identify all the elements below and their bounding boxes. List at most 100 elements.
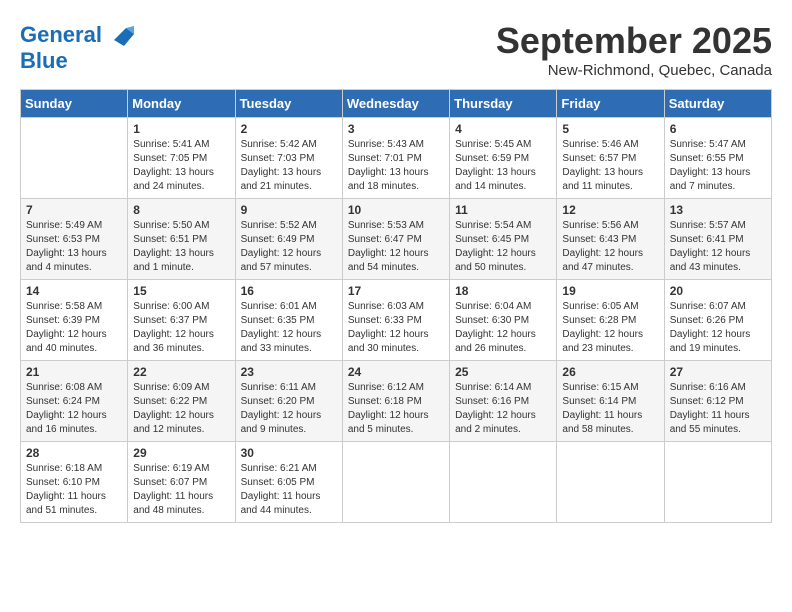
- logo: General Blue: [20, 20, 136, 72]
- calendar-cell: 10Sunrise: 5:53 AM Sunset: 6:47 PM Dayli…: [342, 199, 449, 280]
- logo-text-general: General: [20, 22, 102, 47]
- day-number: 21: [26, 365, 122, 379]
- cell-info: Sunrise: 5:41 AM Sunset: 7:05 PM Dayligh…: [133, 138, 229, 194]
- day-number: 29: [133, 446, 229, 460]
- day-header-thursday: Thursday: [450, 90, 557, 118]
- calendar-cell: 5Sunrise: 5:46 AM Sunset: 6:57 PM Daylig…: [557, 118, 664, 199]
- cell-info: Sunrise: 5:46 AM Sunset: 6:57 PM Dayligh…: [562, 138, 658, 194]
- calendar-cell: 1 Sunrise: 5:41 AM Sunset: 7:05 PM Daylig…: [128, 118, 235, 199]
- day-number: 7: [26, 203, 122, 217]
- calendar-cell: 21 Sunrise: 6:08 AM Sunset: 6:24 PM Dayli…: [21, 361, 128, 442]
- cell-info: Sunrise: 6:11 AM Sunset: 6:20 PM Dayligh…: [241, 381, 337, 437]
- cell-info: Sunrise: 6:18 AM Sunset: 6:10 PM Dayligh…: [26, 462, 122, 518]
- calendar-table: SundayMondayTuesdayWednesdayThursdayFrid…: [20, 89, 772, 523]
- day-number: 19: [562, 284, 658, 298]
- cell-info: Sunrise: 5:54 AM Sunset: 6:45 PM Dayligh…: [455, 219, 551, 275]
- calendar-cell: 29 Sunrise: 6:19 AM Sunset: 6:07 PM Dayli…: [128, 442, 235, 523]
- day-header-monday: Monday: [128, 90, 235, 118]
- day-number: 26: [562, 365, 658, 379]
- location-text: New-Richmond, Quebec, Canada: [496, 62, 772, 79]
- day-number: 18: [455, 284, 551, 298]
- calendar-cell: 28 Sunrise: 6:18 AM Sunset: 6:10 PM Dayli…: [21, 442, 128, 523]
- calendar-cell: 16 Sunrise: 6:01 AM Sunset: 6:35 PM Dayli…: [235, 280, 342, 361]
- calendar-cell: 30Sunrise: 6:21 AM Sunset: 6:05 PM Dayli…: [235, 442, 342, 523]
- day-number: 8: [133, 203, 229, 217]
- calendar-cell: 4 Sunrise: 5:45 AM Sunset: 6:59 PM Daylig…: [450, 118, 557, 199]
- calendar-cell: 13 Sunrise: 5:57 AM Sunset: 6:41 PM Dayli…: [664, 199, 771, 280]
- calendar-cell: 22 Sunrise: 6:09 AM Sunset: 6:22 PM Dayli…: [128, 361, 235, 442]
- calendar-cell: 20Sunrise: 6:07 AM Sunset: 6:26 PM Dayli…: [664, 280, 771, 361]
- cell-info: Sunrise: 6:07 AM Sunset: 6:26 PM Dayligh…: [670, 300, 766, 356]
- calendar-cell: [21, 118, 128, 199]
- cell-info: Sunrise: 5:42 AM Sunset: 7:03 PM Dayligh…: [241, 138, 337, 194]
- calendar-cell: [342, 442, 449, 523]
- calendar-cell: 26 Sunrise: 6:15 AM Sunset: 6:14 PM Dayli…: [557, 361, 664, 442]
- calendar-cell: 12Sunrise: 5:56 AM Sunset: 6:43 PM Dayli…: [557, 199, 664, 280]
- day-header-saturday: Saturday: [664, 90, 771, 118]
- day-header-sunday: Sunday: [21, 90, 128, 118]
- day-number: 30: [241, 446, 337, 460]
- day-header-tuesday: Tuesday: [235, 90, 342, 118]
- cell-info: Sunrise: 6:15 AM Sunset: 6:14 PM Dayligh…: [562, 381, 658, 437]
- cell-info: Sunrise: 5:47 AM Sunset: 6:55 PM Dayligh…: [670, 138, 766, 194]
- day-number: 16: [241, 284, 337, 298]
- cell-info: Sunrise: 6:19 AM Sunset: 6:07 PM Dayligh…: [133, 462, 229, 518]
- page-header: General Blue September 2025 New-Richmond…: [20, 20, 772, 79]
- cell-info: Sunrise: 5:50 AM Sunset: 6:51 PM Dayligh…: [133, 219, 229, 275]
- day-number: 13: [670, 203, 766, 217]
- calendar-cell: 15 Sunrise: 6:00 AM Sunset: 6:37 PM Dayli…: [128, 280, 235, 361]
- cell-info: Sunrise: 6:14 AM Sunset: 6:16 PM Dayligh…: [455, 381, 551, 437]
- calendar-cell: 27 Sunrise: 6:16 AM Sunset: 6:12 PM Dayli…: [664, 361, 771, 442]
- calendar-cell: 2Sunrise: 5:42 AM Sunset: 7:03 PM Daylig…: [235, 118, 342, 199]
- cell-info: Sunrise: 6:04 AM Sunset: 6:30 PM Dayligh…: [455, 300, 551, 356]
- day-number: 15: [133, 284, 229, 298]
- day-number: 17: [348, 284, 444, 298]
- day-number: 11: [455, 203, 551, 217]
- day-number: 23: [241, 365, 337, 379]
- day-number: 4: [455, 122, 551, 136]
- cell-info: Sunrise: 6:03 AM Sunset: 6:33 PM Dayligh…: [348, 300, 444, 356]
- cell-info: Sunrise: 5:45 AM Sunset: 6:59 PM Dayligh…: [455, 138, 551, 194]
- calendar-cell: [557, 442, 664, 523]
- calendar-cell: 18 Sunrise: 6:04 AM Sunset: 6:30 PM Dayli…: [450, 280, 557, 361]
- day-number: 28: [26, 446, 122, 460]
- calendar-cell: 9Sunrise: 5:52 AM Sunset: 6:49 PM Daylig…: [235, 199, 342, 280]
- calendar-cell: 24 Sunrise: 6:12 AM Sunset: 6:18 PM Dayli…: [342, 361, 449, 442]
- cell-info: Sunrise: 5:49 AM Sunset: 6:53 PM Dayligh…: [26, 219, 122, 275]
- day-header-wednesday: Wednesday: [342, 90, 449, 118]
- month-title: September 2025: [496, 20, 772, 62]
- calendar-cell: 14Sunrise: 5:58 AM Sunset: 6:39 PM Dayli…: [21, 280, 128, 361]
- cell-info: Sunrise: 6:16 AM Sunset: 6:12 PM Dayligh…: [670, 381, 766, 437]
- day-number: 9: [241, 203, 337, 217]
- calendar-cell: 25 Sunrise: 6:14 AM Sunset: 6:16 PM Dayli…: [450, 361, 557, 442]
- logo-text-blue: Blue: [20, 50, 136, 72]
- day-number: 27: [670, 365, 766, 379]
- cell-info: Sunrise: 6:05 AM Sunset: 6:28 PM Dayligh…: [562, 300, 658, 356]
- calendar-cell: 6 Sunrise: 5:47 AM Sunset: 6:55 PM Daylig…: [664, 118, 771, 199]
- day-number: 24: [348, 365, 444, 379]
- day-number: 3: [348, 122, 444, 136]
- title-block: September 2025 New-Richmond, Quebec, Can…: [496, 20, 772, 79]
- calendar-cell: 17 Sunrise: 6:03 AM Sunset: 6:33 PM Dayli…: [342, 280, 449, 361]
- calendar-cell: 11 Sunrise: 5:54 AM Sunset: 6:45 PM Dayli…: [450, 199, 557, 280]
- cell-info: Sunrise: 6:01 AM Sunset: 6:35 PM Dayligh…: [241, 300, 337, 356]
- day-number: 14: [26, 284, 122, 298]
- day-number: 1: [133, 122, 229, 136]
- cell-info: Sunrise: 5:43 AM Sunset: 7:01 PM Dayligh…: [348, 138, 444, 194]
- cell-info: Sunrise: 6:12 AM Sunset: 6:18 PM Dayligh…: [348, 381, 444, 437]
- day-number: 25: [455, 365, 551, 379]
- day-number: 6: [670, 122, 766, 136]
- cell-info: Sunrise: 6:09 AM Sunset: 6:22 PM Dayligh…: [133, 381, 229, 437]
- cell-info: Sunrise: 6:00 AM Sunset: 6:37 PM Dayligh…: [133, 300, 229, 356]
- logo-icon: [106, 20, 136, 50]
- cell-info: Sunrise: 5:56 AM Sunset: 6:43 PM Dayligh…: [562, 219, 658, 275]
- day-header-friday: Friday: [557, 90, 664, 118]
- cell-info: Sunrise: 5:57 AM Sunset: 6:41 PM Dayligh…: [670, 219, 766, 275]
- day-number: 10: [348, 203, 444, 217]
- calendar-cell: 7 Sunrise: 5:49 AM Sunset: 6:53 PM Daylig…: [21, 199, 128, 280]
- calendar-cell: 8 Sunrise: 5:50 AM Sunset: 6:51 PM Daylig…: [128, 199, 235, 280]
- calendar-cell: [450, 442, 557, 523]
- calendar-cell: [664, 442, 771, 523]
- day-number: 22: [133, 365, 229, 379]
- cell-info: Sunrise: 6:08 AM Sunset: 6:24 PM Dayligh…: [26, 381, 122, 437]
